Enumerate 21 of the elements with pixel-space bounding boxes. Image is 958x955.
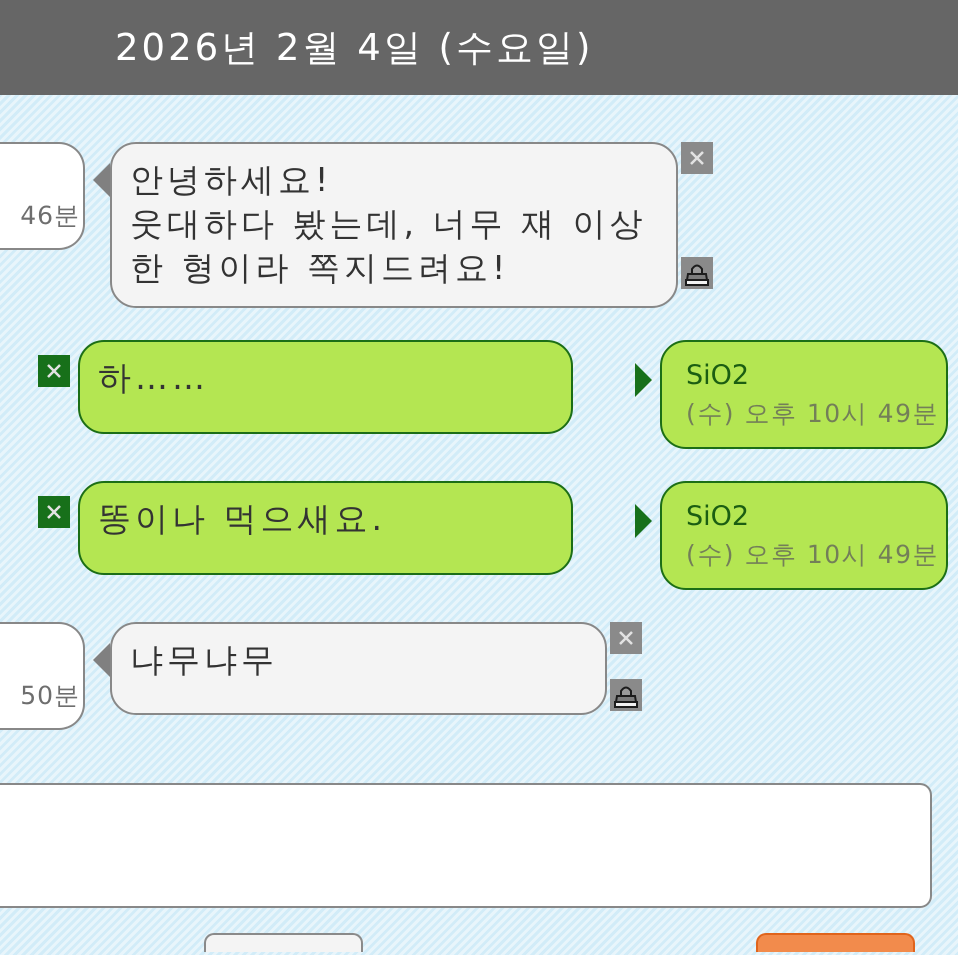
sender-name: SiO2 [686, 359, 750, 393]
message-text: 똥이나 먹으새요. [98, 498, 387, 540]
secondary-button[interactable] [204, 933, 363, 952]
pointer-icon [635, 363, 652, 397]
message-text: 안녕하세요! 웃대하다 봤는데, 너무 쟤 이상 한 형이라 쪽지드려요! [130, 159, 646, 289]
sender-name: SiO2 [686, 500, 750, 534]
stamp-icon[interactable] [610, 679, 642, 711]
message-time: 50분 [20, 680, 80, 712]
date-header: 2026년 2월 4일 (수요일) [0, 0, 958, 95]
close-icon[interactable] [681, 142, 714, 174]
pointer-icon [635, 504, 652, 538]
message-text: 하…… [98, 357, 210, 399]
close-icon[interactable] [38, 496, 70, 528]
close-icon[interactable] [38, 355, 70, 387]
message-input-field[interactable] [0, 783, 932, 908]
stamp-icon[interactable] [681, 257, 714, 289]
close-icon[interactable] [610, 622, 642, 654]
message-time: (수) 오후 10시 49분 [686, 398, 939, 430]
message-text: 냐무냐무 [130, 639, 279, 681]
message-time: 46분 [20, 200, 80, 232]
message-time: (수) 오후 10시 49분 [686, 539, 939, 571]
